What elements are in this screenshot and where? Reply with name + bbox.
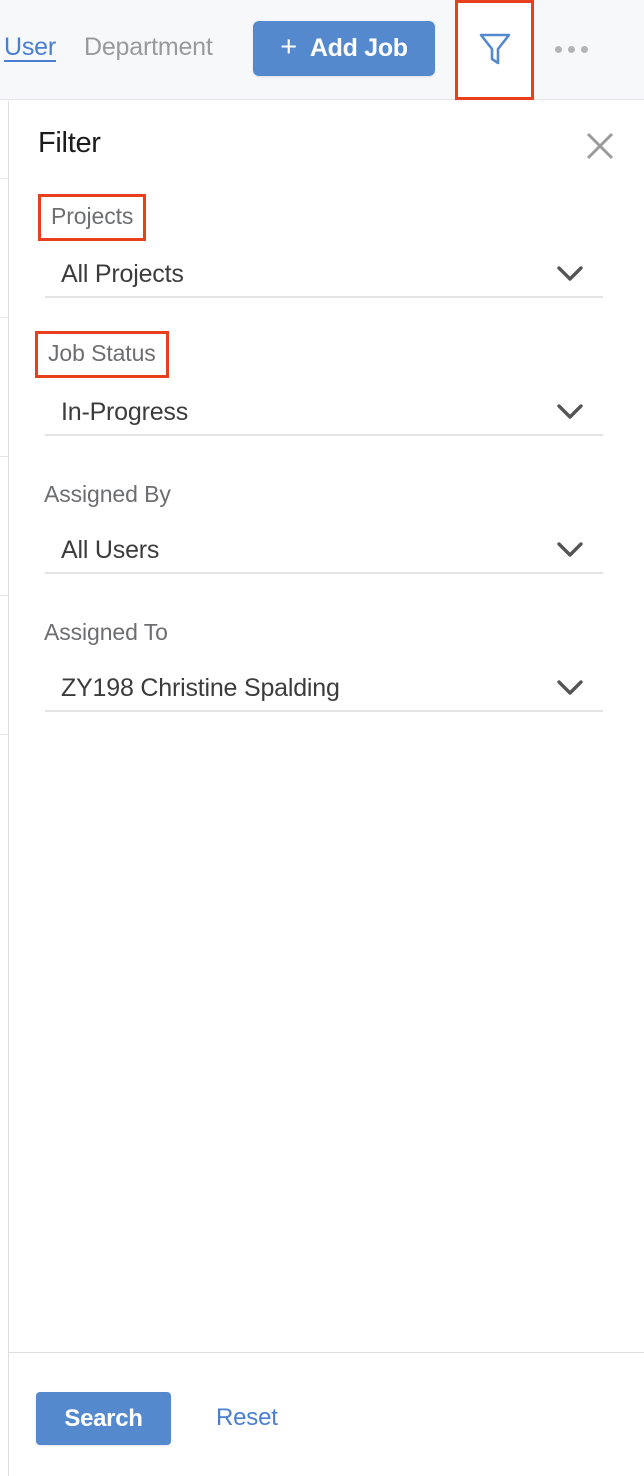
funnel-icon: [477, 28, 513, 73]
plus-icon: +: [280, 31, 297, 63]
table-edge-tick: [0, 595, 8, 596]
filter-field-value-assigned-to[interactable]: ZY198 Christine Spalding: [61, 674, 340, 703]
table-edge-tick: [0, 178, 8, 179]
filter-field-underline: [45, 710, 603, 712]
toolbar: User Department + Add Job: [0, 0, 644, 100]
add-job-button[interactable]: + Add Job: [253, 21, 435, 76]
close-icon: [581, 127, 619, 165]
chevron-down-icon[interactable]: [556, 403, 584, 421]
filter-panel: Filter: [8, 101, 644, 1476]
add-job-label: Add Job: [309, 34, 408, 62]
ellipsis-icon-dot: [580, 45, 588, 53]
search-button[interactable]: Search: [36, 1392, 171, 1445]
table-edge-tick: [0, 456, 8, 457]
table-edge-tick: [0, 734, 8, 735]
close-button[interactable]: [581, 127, 619, 165]
filter-field-underline: [45, 434, 603, 436]
table-edge-tick: [0, 317, 8, 318]
filter-field-underline: [45, 572, 603, 574]
filter-button[interactable]: [455, 0, 534, 100]
filter-field-label-job-status: Job Status: [35, 331, 169, 378]
chevron-down-icon[interactable]: [556, 541, 584, 559]
overflow-menu-button[interactable]: [548, 33, 594, 65]
filter-field-label-projects: Projects: [38, 194, 147, 241]
filter-field-value-projects[interactable]: All Projects: [61, 260, 184, 289]
chevron-down-icon[interactable]: [556, 679, 584, 697]
filter-field-value-assigned-by[interactable]: All Users: [61, 536, 159, 565]
chevron-down-icon[interactable]: [556, 265, 584, 283]
panel-title: Filter: [38, 127, 101, 159]
filter-field-value-job-status[interactable]: In-Progress: [61, 398, 188, 427]
filter-field-label-assigned-by: Assigned By: [44, 481, 171, 507]
filter-field-label-assigned-to: Assigned To: [44, 619, 168, 645]
reset-button[interactable]: Reset: [216, 1404, 278, 1432]
ellipsis-icon-dot: [554, 45, 562, 53]
footer-divider: [9, 1352, 644, 1353]
tab-user[interactable]: User: [4, 33, 56, 62]
filter-field-underline: [45, 296, 603, 298]
tab-department[interactable]: Department: [84, 33, 213, 62]
filter-panel-header: Filter: [9, 101, 644, 193]
ellipsis-icon-dot: [567, 45, 575, 53]
